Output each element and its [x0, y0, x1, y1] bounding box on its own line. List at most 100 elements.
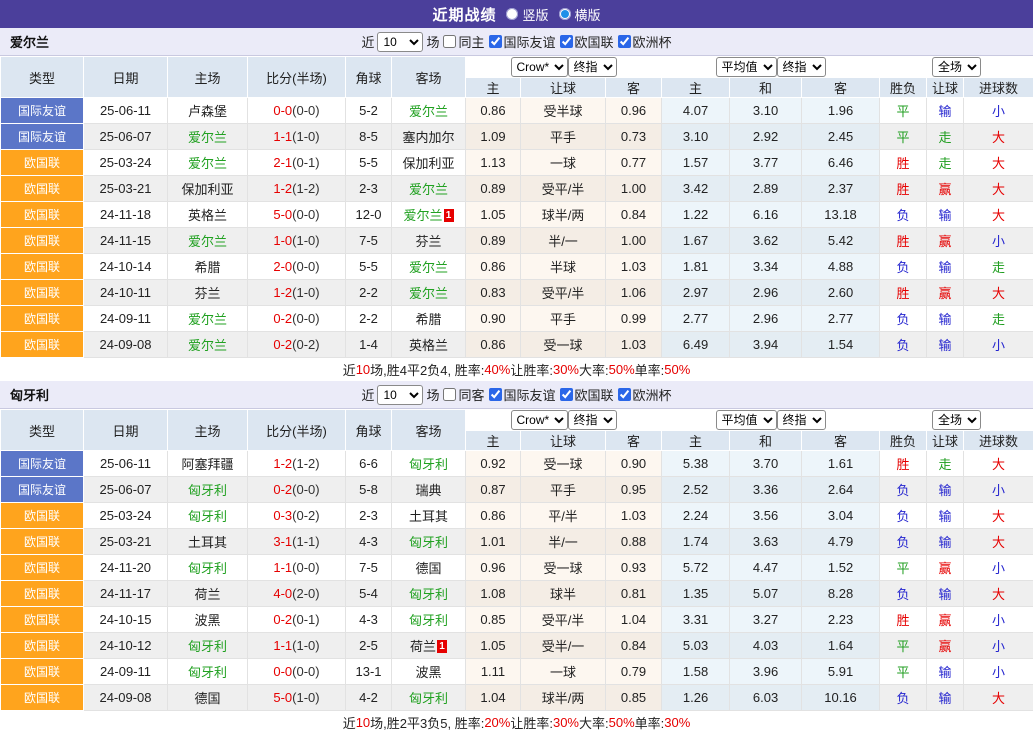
league-type-badge: 欧国联: [1, 503, 84, 529]
crown-away-odds: 1.04: [606, 607, 662, 633]
league-type-badge: 欧国联: [1, 659, 84, 685]
match-row: 欧国联24-11-18英格兰5-0(0-0)12-0爱尔兰11.05球半/两0.…: [1, 202, 1033, 228]
result-outcome: 平: [880, 555, 927, 581]
avg-home-odds: 1.26: [662, 685, 730, 711]
average-odds-select[interactable]: 平均值: [716, 57, 777, 77]
match-date: 25-06-07: [84, 477, 168, 503]
home-team: 土耳其: [168, 529, 248, 555]
result-outcome: 负: [880, 581, 927, 607]
crown-odds-selects: Crow*终指: [466, 410, 662, 431]
match-date: 24-11-15: [84, 228, 168, 254]
crown-handicap: 受一球: [521, 332, 606, 358]
league-filter-0-checkbox[interactable]: [489, 35, 502, 48]
crown-home-odds: 0.89: [466, 176, 521, 202]
crown-away-odds: 0.77: [606, 150, 662, 176]
match-scope-select[interactable]: 全场: [932, 57, 981, 77]
average-odds-select[interactable]: 平均值: [716, 410, 777, 430]
average-stage-select[interactable]: 终指: [777, 410, 826, 430]
home-team: 保加利亚: [168, 176, 248, 202]
same-venue-filter-checkbox[interactable]: [443, 35, 456, 48]
same-venue-filter-checkbox[interactable]: [443, 388, 456, 401]
match-date: 24-10-15: [84, 607, 168, 633]
league-type-badge: 国际友谊: [1, 451, 84, 477]
match-date: 24-11-18: [84, 202, 168, 228]
crown-handicap: 球半: [521, 581, 606, 607]
results-table: 类型日期主场比分(半场)角球客场Crow*终指平均值终指全场主让球客主和客胜负让…: [0, 409, 1033, 711]
avg-away-odds: 4.88: [802, 254, 880, 280]
result-outcome: 胜: [880, 150, 927, 176]
avg-home-odds: 1.35: [662, 581, 730, 607]
match-row: 欧国联25-03-24爱尔兰2-1(0-1)5-5保加利亚1.13一球0.771…: [1, 150, 1033, 176]
avg-draw-odds: 3.36: [730, 477, 802, 503]
crown-handicap: 平/半: [521, 503, 606, 529]
odds-company-select[interactable]: Crow*: [511, 410, 568, 430]
avg-home-odds: 2.77: [662, 306, 730, 332]
crown-away-odds: 0.88: [606, 529, 662, 555]
corner-count: 2-5: [346, 633, 392, 659]
league-filter-1-checkbox[interactable]: [560, 388, 573, 401]
league-filter-0[interactable]: 国际友谊: [488, 32, 556, 51]
league-filter-0-checkbox[interactable]: [489, 388, 502, 401]
avg-away-odds: 8.28: [802, 581, 880, 607]
result-goals: 大: [964, 529, 1033, 555]
match-scope-select[interactable]: 全场: [932, 410, 981, 430]
result-outcome: 胜: [880, 228, 927, 254]
column-header: 角球: [346, 410, 392, 451]
home-team: 爱尔兰: [168, 332, 248, 358]
result-handicap: 输: [927, 685, 964, 711]
crown-home-odds: 0.89: [466, 228, 521, 254]
league-filter-1-checkbox[interactable]: [560, 35, 573, 48]
league-filter-2-checkbox[interactable]: [618, 35, 631, 48]
result-handicap: 输: [927, 306, 964, 332]
average-stage-select[interactable]: 终指: [777, 57, 826, 77]
crown-away-odds: 1.03: [606, 503, 662, 529]
crown-home-odds: 1.05: [466, 202, 521, 228]
crown-handicap: 半球: [521, 254, 606, 280]
home-team: 爱尔兰: [168, 306, 248, 332]
layout-horizontal-radio[interactable]: 横版: [559, 5, 601, 24]
crown-away-odds: 1.03: [606, 254, 662, 280]
crown-away-odds: 0.81: [606, 581, 662, 607]
league-filter-1[interactable]: 欧国联: [559, 385, 614, 404]
odds-company-select[interactable]: Crow*: [511, 57, 568, 77]
red-card-badge: 1: [444, 209, 454, 222]
corner-count: 2-3: [346, 503, 392, 529]
away-team: 荷兰1: [392, 633, 466, 659]
crown-handicap: 平手: [521, 306, 606, 332]
home-team: 芬兰: [168, 280, 248, 306]
league-filter-1[interactable]: 欧国联: [559, 32, 614, 51]
corner-count: 8-5: [346, 124, 392, 150]
crown-handicap: 受半/一: [521, 633, 606, 659]
same-venue-filter[interactable]: 同客: [442, 385, 484, 404]
avg-away-odds: 4.79: [802, 529, 880, 555]
match-date: 25-03-21: [84, 529, 168, 555]
near-label: 近: [361, 32, 374, 51]
league-filter-2[interactable]: 欧洲杯: [617, 32, 672, 51]
column-header: 类型: [1, 57, 84, 98]
score-cell: 0-0(0-0): [248, 98, 346, 124]
away-team: 希腊: [392, 306, 466, 332]
league-filter-2[interactable]: 欧洲杯: [617, 385, 672, 404]
red-card-badge: 1: [437, 640, 447, 653]
away-team: 爱尔兰1: [392, 202, 466, 228]
avg-away-odds: 2.60: [802, 280, 880, 306]
match-date: 24-10-11: [84, 280, 168, 306]
odds-stage-select[interactable]: 终指: [568, 57, 617, 77]
home-team: 匈牙利: [168, 633, 248, 659]
result-outcome: 胜: [880, 607, 927, 633]
same-venue-filter[interactable]: 同主: [442, 32, 484, 51]
recent-count-select[interactable]: 10: [377, 32, 423, 52]
crown-home-odds: 0.85: [466, 607, 521, 633]
odds-stage-select[interactable]: 终指: [568, 410, 617, 430]
avg-draw-odds: 4.47: [730, 555, 802, 581]
league-filter-2-checkbox[interactable]: [618, 388, 631, 401]
recent-count-select[interactable]: 10: [377, 385, 423, 405]
titlebar: 近期战绩 竖版 横版: [0, 0, 1033, 28]
home-team: 匈牙利: [168, 503, 248, 529]
score-cell: 1-1(0-0): [248, 555, 346, 581]
column-header: 角球: [346, 57, 392, 98]
score-cell: 5-0(0-0): [248, 202, 346, 228]
layout-vertical-radio[interactable]: 竖版: [506, 5, 548, 24]
league-filter-0[interactable]: 国际友谊: [488, 385, 556, 404]
result-handicap: 赢: [927, 228, 964, 254]
